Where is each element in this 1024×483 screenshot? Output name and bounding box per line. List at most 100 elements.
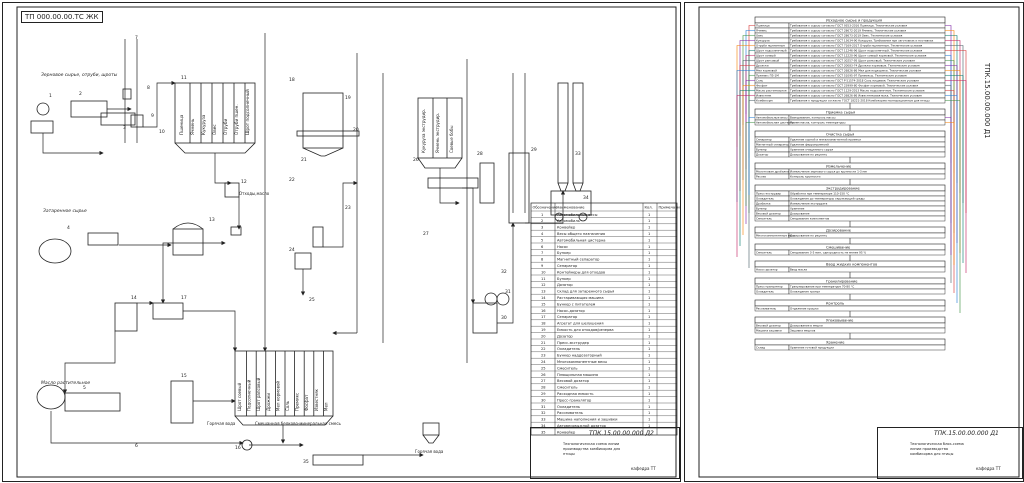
bin-label: Ячмень xyxy=(190,118,195,135)
connector-wire xyxy=(739,40,755,136)
block-section: Упаковывание Весовой дозатор Дозирование в… xyxy=(754,316,946,339)
silo-13 xyxy=(172,228,204,256)
label-oil: Масло растительное xyxy=(41,381,91,386)
callout-number: 14 xyxy=(131,295,137,301)
label-waste-oil: Отходы,масло xyxy=(239,191,270,196)
row-parameter-text: Требования к сырью согласно ГОСТ 20083-7… xyxy=(789,64,920,68)
block-section: Контроль Рассеиватель Отделение крошки xyxy=(754,299,946,317)
connector-wire xyxy=(748,50,755,158)
section-title: Исходное сырье и продукция xyxy=(826,19,882,23)
row-parameter-text: Требования к сырью согласно ГОСТ 28673-2… xyxy=(789,34,903,38)
row-equipment-label: Машина зашивки xyxy=(756,329,782,333)
callout-number: 4 xyxy=(67,225,70,231)
section-title: Ввод жидких компонентов xyxy=(826,263,877,267)
row-parameter-text: Дозирование по рецепту xyxy=(790,153,827,157)
mixer-23 xyxy=(312,226,324,248)
row-parameter-text: Требования к сырью согласно ГОСТ Р 51574… xyxy=(789,79,919,83)
table-row-number: 13 xyxy=(541,290,546,294)
table-cell-name: Дозатор xyxy=(557,334,573,338)
table-cell-name: Автомобиль xyxy=(557,219,580,223)
flow-line xyxy=(42,133,104,156)
row-parameter-text: Требования к сырью согласно ГОСТ 51095-9… xyxy=(789,74,907,78)
truck-5 xyxy=(64,392,121,412)
table-cell-name: Контейнеры для отходов xyxy=(557,270,605,274)
row-parameter-text: Требования к сырью согласно ГОСТ 26826-8… xyxy=(789,69,921,73)
drawing-sheet-scheme: Пшеница Ячмень Кукуруза Овес Отруби Отруби пш… xyxy=(2,2,681,482)
hopper-bottom xyxy=(422,422,440,444)
table-row-number: 15 xyxy=(541,302,546,306)
flow-line xyxy=(50,411,244,446)
bin-label: Кукуруза экструдир. xyxy=(421,109,426,153)
callout-number: 24 xyxy=(289,247,295,253)
table-cell-qty: 1 xyxy=(648,283,650,287)
table-row-number: 11 xyxy=(541,277,546,281)
row-parameter-text: Охлаждение до температуры окружающей сре… xyxy=(790,197,865,201)
table-cell-qty: 1 xyxy=(648,251,650,255)
callout-number: 9 xyxy=(151,113,154,119)
callout-number: 31 xyxy=(505,289,511,295)
block-section: Исходное сырье и продукция Пшеница Требова… xyxy=(754,16,946,109)
table-cell-qty: 1 xyxy=(648,264,650,268)
row-equipment-label: Склад xyxy=(756,346,765,350)
flow-line xyxy=(183,310,238,352)
conveyor-35 xyxy=(312,454,364,466)
table-cell-qty: 1 xyxy=(648,386,650,390)
block-diagram: Исходное сырье и продукция Пшеница Требова… xyxy=(698,6,1020,478)
row-equipment-label: Пшеница xyxy=(756,24,770,28)
table-row-number: 3 xyxy=(541,226,543,230)
connector-wire xyxy=(739,90,755,246)
conveyor-4 xyxy=(87,232,119,246)
table-cell-name: Сепаратор xyxy=(557,264,578,268)
table-row-number: 21 xyxy=(541,341,546,345)
row-parameter-text: Прием масла, контроль температуры xyxy=(790,121,846,125)
row-parameter-text: Дозирование xyxy=(790,212,810,216)
connector-wire xyxy=(945,60,955,233)
row-parameter-text: Требования к сырью согласно ГОСТ 13634-9… xyxy=(789,39,934,43)
table-cell-name: Бункер наддозаторный xyxy=(557,354,602,358)
row-equipment-label: Сепаратор xyxy=(756,138,772,142)
gauge-1 xyxy=(36,102,50,116)
callout-number: 17 xyxy=(181,295,187,301)
bin-label: Подсолнечный xyxy=(247,379,252,411)
flow-line xyxy=(214,153,232,186)
cooler-30 xyxy=(472,302,498,334)
row-equipment-label: Дробилка xyxy=(756,202,771,206)
row-equipment-label: Насос-дозатор xyxy=(756,268,778,272)
table-row-number: 5 xyxy=(541,238,543,242)
bin-label: Шрот соевый xyxy=(237,383,242,411)
table-cell-name: Плющильная машина xyxy=(557,373,598,377)
connector-wire xyxy=(745,55,755,169)
table-cell-name: Конвейер xyxy=(557,226,576,230)
row-equipment-label: Бункер xyxy=(756,207,767,211)
hopper-19 xyxy=(302,92,344,157)
section-title: Экструдирование xyxy=(826,187,860,191)
callout-number: 11 xyxy=(181,75,187,81)
row-equipment-label: Премикс П5-1М xyxy=(756,74,779,78)
row-parameters xyxy=(788,205,946,212)
table-cell-name: Сепаратор xyxy=(557,315,578,319)
section-title: Дозирование xyxy=(826,229,852,233)
title-block-sheet1: ТПК.15.00.00.000 Д2 Технологическая схем… xyxy=(530,427,680,479)
table-row-number: 33 xyxy=(541,418,546,422)
connector-wire xyxy=(945,25,952,163)
callout-number: 33 xyxy=(575,151,581,157)
table-cell-qty: 1 xyxy=(648,213,650,217)
callout-number: 21 xyxy=(301,157,307,163)
silo-33b xyxy=(572,82,584,192)
table-cell-name: Бункер xyxy=(557,251,571,255)
section-title: Приемка сырья xyxy=(826,111,855,115)
label-liquid-raw: Затаренное сырье xyxy=(43,209,87,214)
conveyor-20 xyxy=(296,130,360,137)
label-hot-water-top: Горячая вода xyxy=(207,421,236,426)
row-equipment-label: Масло растительное xyxy=(756,89,787,93)
callout-number: 3 xyxy=(123,125,126,131)
row-equipment-label: Дозатор xyxy=(756,153,768,157)
section-header xyxy=(754,299,946,307)
row-equipment-label: Пресс-экструдер xyxy=(756,192,781,196)
separator-8 xyxy=(122,88,132,100)
flow-line xyxy=(323,180,358,248)
callout-number: 34 xyxy=(583,195,589,201)
table-header: Обозначение xyxy=(533,206,559,210)
callout-number: 16 xyxy=(235,445,241,451)
table-cell-name: Весы общего назначения xyxy=(557,232,605,236)
